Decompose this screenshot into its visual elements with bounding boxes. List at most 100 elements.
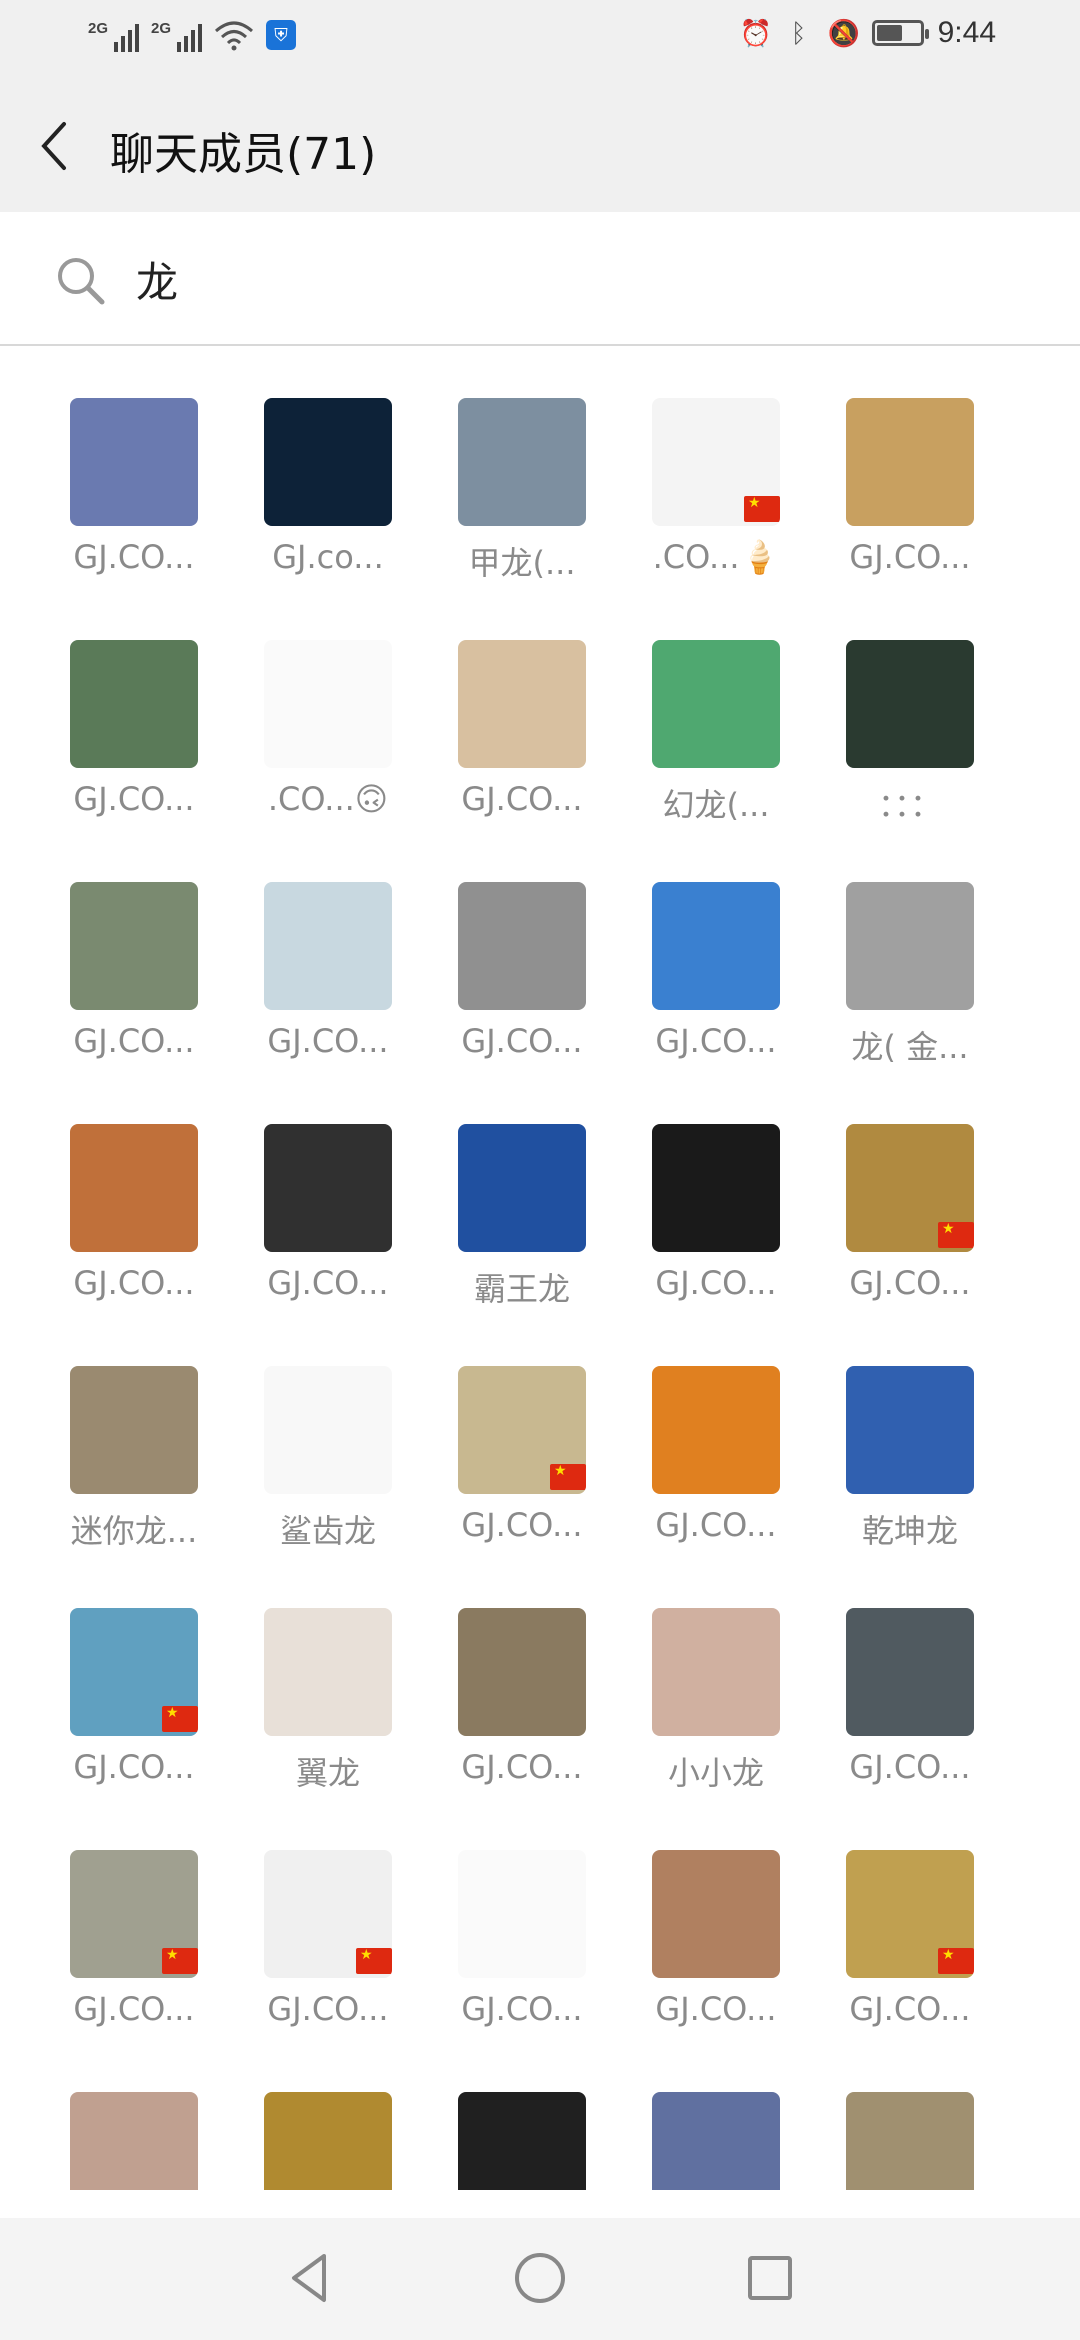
member-item[interactable]: GJ.CO... xyxy=(248,828,408,1060)
member-name: GJ.CO... xyxy=(267,1022,389,1060)
member-item[interactable] xyxy=(830,2038,990,2190)
member-item[interactable] xyxy=(636,2038,796,2190)
avatar xyxy=(264,1124,392,1252)
back-triangle-icon[interactable] xyxy=(280,2248,340,2308)
member-name: GJ.CO... xyxy=(461,780,583,818)
recents-square-icon[interactable] xyxy=(740,2248,800,2308)
avatar xyxy=(458,1608,586,1736)
member-item[interactable]: GJ.CO... xyxy=(830,1070,990,1302)
member-name: GJ.CO... xyxy=(73,1022,195,1060)
avatar xyxy=(70,2092,198,2190)
avatar xyxy=(458,398,586,526)
avatar xyxy=(652,1850,780,1978)
navigation-bar xyxy=(0,2218,1080,2340)
member-item[interactable]: GJ.CO... xyxy=(54,344,214,576)
avatar xyxy=(846,1366,974,1494)
avatar xyxy=(846,1124,974,1252)
member-item[interactable]: GJ.CO... xyxy=(830,344,990,576)
avatar xyxy=(652,398,780,526)
china-flag-icon xyxy=(938,1221,974,1248)
member-item[interactable] xyxy=(442,2038,602,2190)
member-name: GJ.CO... xyxy=(849,1990,971,2028)
member-name: GJ.CO... xyxy=(461,1990,583,2028)
member-item[interactable]: 乾坤龙 xyxy=(830,1312,990,1550)
avatar xyxy=(264,640,392,768)
search-bar xyxy=(0,212,1080,346)
member-item[interactable]: GJ.CO... xyxy=(442,1796,602,2028)
member-name: 鲨齿龙 xyxy=(279,1512,376,1550)
member-name: GJ.CO... xyxy=(73,1264,195,1302)
member-name: .CO...🙃 xyxy=(267,780,389,818)
chevron-left-icon[interactable] xyxy=(34,118,74,174)
member-item[interactable]: GJ.CO... xyxy=(636,1796,796,2028)
member-item[interactable]: 甲龙(... xyxy=(442,344,602,582)
member-item[interactable]: .CO...🙃 xyxy=(248,586,408,818)
member-name: 甲龙(... xyxy=(468,544,576,582)
status-right: ⏰ ᛒ 🔕 9:44 xyxy=(740,16,996,50)
member-name: GJ.CO... xyxy=(267,1990,389,2028)
avatar xyxy=(264,2092,392,2190)
avatar xyxy=(458,1124,586,1252)
member-item[interactable]: GJ.CO... xyxy=(54,1554,214,1786)
signal-icon: 2G xyxy=(151,18,202,52)
avatar xyxy=(652,1608,780,1736)
avatar xyxy=(264,882,392,1010)
avatar xyxy=(652,640,780,768)
member-item[interactable]: GJ.CO... xyxy=(54,1796,214,2028)
member-name: GJ.CO... xyxy=(73,780,195,818)
member-item[interactable]: GJ.CO... xyxy=(830,1554,990,1786)
member-name: GJ.CO... xyxy=(849,1748,971,1786)
member-item[interactable]: GJ.CO... xyxy=(636,1070,796,1302)
avatar xyxy=(458,1850,586,1978)
search-icon xyxy=(58,258,105,305)
avatar xyxy=(846,1608,974,1736)
member-item[interactable]: 龙( 金... xyxy=(830,828,990,1066)
avatar xyxy=(652,1124,780,1252)
member-name: GJ.CO... xyxy=(849,538,971,576)
member-item[interactable]: 小小龙 xyxy=(636,1554,796,1792)
avatar xyxy=(846,398,974,526)
member-item[interactable] xyxy=(248,2038,408,2190)
member-item[interactable]: GJ.CO... xyxy=(636,828,796,1060)
member-name: 霸王龙 xyxy=(473,1270,570,1308)
member-item[interactable]: GJ.CO... xyxy=(248,1070,408,1302)
member-item[interactable]: GJ.CO... xyxy=(830,1796,990,2028)
home-circle-icon[interactable] xyxy=(510,2248,570,2308)
avatar xyxy=(264,398,392,526)
member-name: GJ.CO... xyxy=(655,1990,777,2028)
member-item[interactable]: 迷你龙... xyxy=(54,1312,214,1550)
member-item[interactable] xyxy=(54,2038,214,2190)
member-item[interactable]: ：：： xyxy=(830,586,990,824)
member-item[interactable]: GJ.CO... xyxy=(54,586,214,818)
member-name: GJ.CO... xyxy=(73,1748,195,1786)
avatar xyxy=(70,1850,198,1978)
member-item[interactable]: GJ.CO... xyxy=(442,1312,602,1544)
member-item[interactable]: GJ.CO... xyxy=(54,828,214,1060)
network-type-label: 2G xyxy=(151,20,172,37)
search-input[interactable] xyxy=(134,242,1018,316)
member-item[interactable]: GJ.co... xyxy=(248,344,408,576)
member-item[interactable]: GJ.CO... xyxy=(442,1554,602,1786)
member-item[interactable]: GJ.CO... xyxy=(248,1796,408,2028)
avatar xyxy=(652,882,780,1010)
member-item[interactable]: 幻龙(... xyxy=(636,586,796,824)
member-item[interactable]: 霸王龙 xyxy=(442,1070,602,1308)
member-item[interactable]: 翼龙 xyxy=(248,1554,408,1792)
avatar xyxy=(264,1608,392,1736)
china-flag-icon xyxy=(162,1705,198,1732)
member-name: GJ.CO... xyxy=(461,1022,583,1060)
member-name: 乾坤龙 xyxy=(861,1512,958,1550)
member-name: 迷你龙... xyxy=(70,1512,198,1550)
member-item[interactable]: GJ.CO... xyxy=(54,1070,214,1302)
avatar xyxy=(70,398,198,526)
member-item[interactable]: .CO...🍦 xyxy=(636,344,796,576)
member-item[interactable]: GJ.CO... xyxy=(442,828,602,1060)
member-item[interactable]: GJ.CO... xyxy=(636,1312,796,1544)
status-left: 2G 2G ⛨ xyxy=(88,18,296,52)
member-item[interactable]: GJ.CO... xyxy=(442,586,602,818)
avatar xyxy=(846,1850,974,1978)
member-name: ：：： xyxy=(877,786,942,824)
member-item[interactable]: 鲨齿龙 xyxy=(248,1312,408,1550)
avatar xyxy=(70,882,198,1010)
china-flag-icon xyxy=(744,495,780,522)
